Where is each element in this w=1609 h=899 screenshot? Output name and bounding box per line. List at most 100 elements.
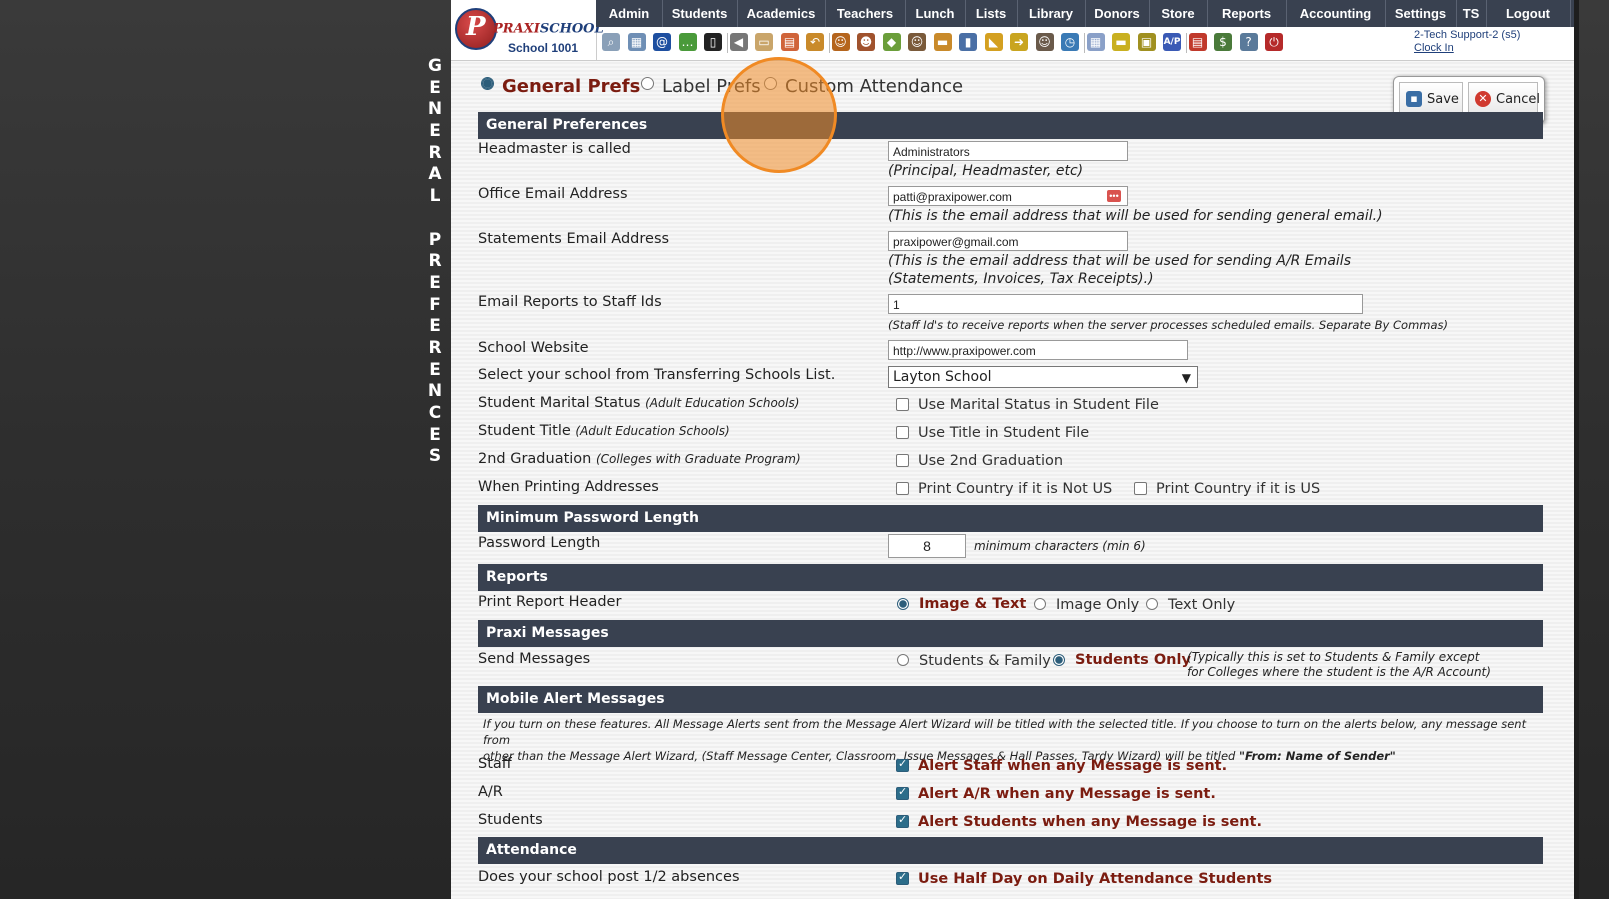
cancel-button[interactable]: ✕ Cancel <box>1468 82 1540 115</box>
table-icon[interactable]: ▦ <box>1086 33 1105 51</box>
send-students-family-label: Students & Family <box>919 653 1051 669</box>
section-praxi-messages: Praxi Messages <box>478 620 1543 647</box>
nav-lists[interactable]: Lists <box>965 0 1018 27</box>
section-reports: Reports <box>478 564 1543 591</box>
side-title-letter: R <box>428 337 442 358</box>
second-graduation-checkbox[interactable] <box>896 454 909 467</box>
section-password-length: Minimum Password Length <box>478 505 1543 532</box>
side-title-letter <box>421 208 449 230</box>
nav-lunch[interactable]: Lunch <box>905 0 966 27</box>
report-header-text-only-radio[interactable] <box>1146 598 1158 610</box>
nav-store[interactable]: Store <box>1149 0 1208 27</box>
clock-in-link[interactable]: Clock In <box>1414 42 1520 55</box>
nav-academics[interactable]: Academics <box>737 0 826 27</box>
side-title-letter: P <box>428 229 442 250</box>
user-icon[interactable]: ☺ <box>1035 33 1054 51</box>
book-icon[interactable]: ▮ <box>959 33 977 51</box>
school-website-input[interactable]: http://www.praxipower.com <box>888 340 1188 360</box>
nav-students[interactable]: Students <box>662 0 738 27</box>
side-title-letter: N <box>427 99 443 120</box>
pdf-icon[interactable]: ▤ <box>1188 33 1207 51</box>
teacher-icon[interactable]: ☻ <box>857 33 875 51</box>
ap-icon[interactable]: A/P <box>1163 33 1181 51</box>
second-graduation-label: 2nd Graduation (Colleges with Graduate P… <box>478 451 801 467</box>
side-title-letter: L <box>429 186 441 207</box>
alert-students-checkbox[interactable] <box>896 813 909 828</box>
clock-icon[interactable]: ◷ <box>1061 33 1079 51</box>
search-icon[interactable]: ⌕ <box>602 33 620 51</box>
phone-icon[interactable]: ▯ <box>704 33 722 51</box>
lunch-icon[interactable]: ▬ <box>933 33 952 51</box>
student-title-checkbox[interactable] <box>896 426 909 439</box>
half-day-checkbox[interactable] <box>896 870 909 885</box>
report-header-image-only-radio[interactable] <box>1034 598 1046 610</box>
nav-donors[interactable]: Donors <box>1085 0 1150 27</box>
alert-ar-checkbox[interactable] <box>896 785 909 800</box>
nav-settings[interactable]: Settings <box>1385 0 1457 27</box>
calendar-icon[interactable]: ▤ <box>780 33 799 51</box>
side-title-letter: G <box>428 56 442 76</box>
password-length-label: Password Length <box>478 535 601 551</box>
cash-register-icon[interactable]: ▣ <box>1137 33 1156 51</box>
headmaster-input[interactable]: Administrators <box>888 141 1128 161</box>
side-title-letter: R <box>428 251 442 272</box>
print-country-not-us-checkbox[interactable] <box>896 482 909 495</box>
report-header-image-text-radio[interactable] <box>897 598 909 610</box>
office-email-input[interactable]: patti@praxipower.com ••• <box>888 186 1128 206</box>
nav-admin[interactable]: Admin <box>596 0 663 27</box>
half-day-checkbox-label: Use Half Day on Daily Attendance Student… <box>918 871 1273 887</box>
help-icon[interactable]: ? <box>1239 33 1258 51</box>
nav-logout[interactable]: Logout <box>1486 0 1571 27</box>
id-card-icon[interactable]: ▬ <box>1112 33 1130 51</box>
print-country-us-checkbox[interactable] <box>1134 482 1147 495</box>
megaphone-icon[interactable]: ◣ <box>984 33 1003 51</box>
save-button[interactable]: ▪ Save <box>1399 82 1463 115</box>
email-reports-input[interactable]: 1 <box>888 294 1363 314</box>
marital-status-checkbox[interactable] <box>896 398 909 411</box>
marital-status-checkbox-label: Use Marital Status in Student File <box>918 397 1159 413</box>
password-length-input[interactable]: 8 <box>888 534 966 558</box>
speaker-icon[interactable]: ◀ <box>729 33 748 51</box>
at-icon[interactable]: @ <box>653 33 671 51</box>
nav-accounting[interactable]: Accounting <box>1286 0 1386 27</box>
money-icon[interactable]: $ <box>1214 33 1232 51</box>
card-icon[interactable]: ▭ <box>755 33 773 51</box>
nav-reports[interactable]: Reports <box>1207 0 1287 27</box>
statements-email-input[interactable]: praxipower@gmail.com <box>888 231 1128 251</box>
person-icon[interactable]: ☺ <box>831 33 850 51</box>
logo[interactable]: P PRAXISCHOOL™ School 1001 <box>451 0 611 60</box>
statements-email-label: Statements Email Address <box>478 231 670 247</box>
nav-teachers[interactable]: Teachers <box>825 0 906 27</box>
toolbar-separator <box>828 33 830 53</box>
tab-label-prefs[interactable]: Label Prefs <box>641 76 761 97</box>
side-title-letter: E <box>429 316 441 337</box>
send-students-only-radio[interactable] <box>1053 654 1065 666</box>
school-website-label: School Website <box>478 340 589 356</box>
side-title-letter: S <box>428 446 442 467</box>
logo-mark-icon: P <box>455 8 497 50</box>
tab-general-prefs[interactable]: General Prefs <box>481 76 640 97</box>
side-title-vertical: GENERALPREFERENCES <box>421 56 449 468</box>
printing-addresses-label: When Printing Addresses <box>478 479 659 495</box>
group-icon[interactable]: ☺ <box>908 33 926 51</box>
student-title-checkbox-label: Use Title in Student File <box>918 425 1090 441</box>
nav-library[interactable]: Library <box>1017 0 1086 27</box>
transfer-school-select[interactable]: Layton School ▼ <box>888 366 1198 388</box>
report-header-image-only-label: Image Only <box>1056 597 1140 613</box>
ticket-icon[interactable]: ◆ <box>882 33 901 51</box>
chat-icon[interactable]: … <box>678 33 697 51</box>
headmaster-label: Headmaster is called <box>478 141 631 157</box>
export-icon[interactable]: ➜ <box>1010 33 1028 51</box>
field-menu-icon[interactable]: ••• <box>1107 190 1121 202</box>
print-country-not-us-label: Print Country if it is Not US <box>918 481 1113 497</box>
second-graduation-checkbox-label: Use 2nd Graduation <box>918 453 1064 469</box>
grid-icon[interactable]: ▦ <box>627 33 646 51</box>
send-messages-label: Send Messages <box>478 651 591 667</box>
power-icon[interactable]: ⏻ <box>1265 33 1283 51</box>
nav-ts[interactable]: TS <box>1456 0 1487 27</box>
alert-staff-checkbox[interactable] <box>896 757 909 772</box>
undo-icon[interactable]: ↶ <box>806 33 824 51</box>
tab-custom-attendance[interactable]: Custom Attendance <box>764 76 963 97</box>
user-info: 2-Tech Support-2 (s5) Clock In <box>1414 29 1520 55</box>
send-students-family-radio[interactable] <box>897 654 909 666</box>
